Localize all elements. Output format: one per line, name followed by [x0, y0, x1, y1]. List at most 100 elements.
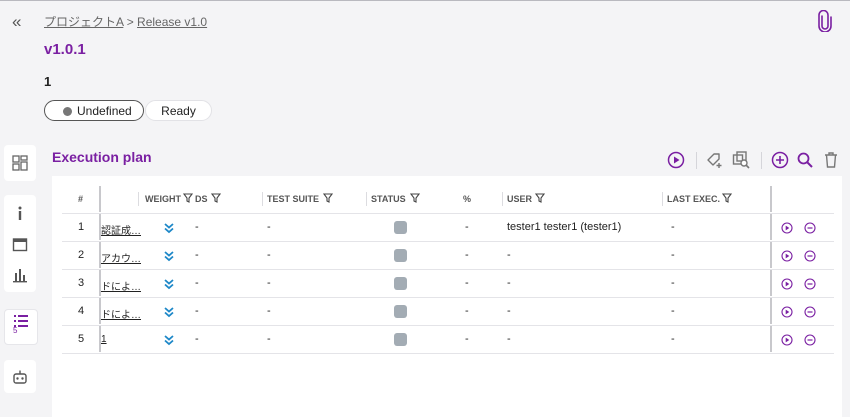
row-index: 1 [78, 221, 85, 233]
run-icon[interactable] [667, 151, 685, 169]
remove-row-icon[interactable] [804, 250, 816, 262]
frozen-column-divider [770, 214, 772, 240]
run-row-icon[interactable] [781, 278, 793, 290]
bar-chart-icon[interactable] [12, 267, 28, 283]
robot-icon[interactable] [12, 369, 28, 385]
column-divider [662, 192, 663, 206]
test-case-name-link[interactable]: 認証成… [101, 222, 141, 237]
run-row-icon[interactable] [781, 222, 793, 234]
add-circle-icon[interactable] [771, 151, 789, 169]
status-indicator[interactable] [394, 305, 407, 318]
filter-icon[interactable] [183, 193, 193, 203]
attachment-icon[interactable] [818, 10, 832, 32]
percent-value: - [465, 305, 469, 317]
filter-icon[interactable] [323, 193, 333, 203]
test-case-name-link[interactable]: アカウ… [101, 250, 141, 265]
column-header-last-exec[interactable]: LAST EXEC. [667, 193, 720, 205]
remove-row-icon[interactable] [804, 222, 816, 234]
info-icon[interactable] [12, 205, 28, 221]
test-suite-value: - [267, 249, 271, 261]
description-text: 1 [44, 74, 52, 89]
status-indicator[interactable] [394, 333, 407, 346]
column-header-user[interactable]: USER [507, 193, 532, 205]
column-header-weight[interactable]: WEIGHT [145, 193, 181, 205]
status-pill-undefined[interactable]: Undefined [44, 100, 144, 121]
execution-plan-title: Execution plan [52, 149, 152, 165]
execution-plan-count-badge: 5 [13, 326, 18, 335]
remove-row-icon[interactable] [804, 306, 816, 318]
weight-chevron-icon [164, 251, 174, 262]
tag-add-icon[interactable] [706, 151, 724, 169]
filter-icon[interactable] [410, 193, 420, 203]
toolbar-divider [761, 152, 762, 169]
top-border [0, 0, 850, 1]
status-indicator[interactable] [394, 249, 407, 262]
calendar-icon[interactable] [12, 236, 28, 252]
last-exec-value: - [671, 305, 675, 317]
last-exec-value: - [671, 221, 675, 233]
ds-value: - [195, 305, 199, 317]
breadcrumb-release-link[interactable]: Release v1.0 [137, 15, 207, 29]
row-divider [62, 241, 834, 242]
remove-row-icon[interactable] [804, 278, 816, 290]
remove-row-icon[interactable] [804, 334, 816, 346]
row-index: 2 [78, 249, 85, 261]
weight-chevron-icon [164, 223, 174, 234]
dashboard-icon[interactable] [12, 155, 28, 171]
last-exec-value: - [671, 249, 675, 261]
last-exec-value: - [671, 277, 675, 289]
sidebar-item-execution-plan[interactable] [4, 309, 38, 345]
run-row-icon[interactable] [781, 306, 793, 318]
collapse-sidebar-icon[interactable]: « [12, 13, 21, 31]
row-index: 5 [78, 333, 85, 345]
filter-icon[interactable] [722, 193, 732, 203]
toolbar-divider [696, 152, 697, 169]
test-case-name-link[interactable]: ドによ… [101, 278, 141, 293]
test-suite-value: - [267, 221, 271, 233]
last-exec-value: - [671, 333, 675, 345]
column-header-status[interactable]: STATUS [371, 193, 406, 205]
run-row-icon[interactable] [781, 334, 793, 346]
column-header-ds[interactable]: DS [195, 193, 208, 205]
ds-value: - [195, 249, 199, 261]
percent-value: - [465, 277, 469, 289]
run-row-icon[interactable] [781, 250, 793, 262]
status-pill-ready[interactable]: Ready [145, 100, 212, 121]
filter-icon[interactable] [211, 193, 221, 203]
test-case-name-link[interactable]: 1 [101, 334, 141, 345]
row-index: 3 [78, 277, 85, 289]
row-divider [62, 353, 834, 354]
weight-chevron-icon [164, 307, 174, 318]
status-indicator[interactable] [394, 221, 407, 234]
row-divider [62, 325, 834, 326]
user-value: - [507, 305, 511, 317]
frozen-column-divider [99, 186, 101, 212]
column-header-percent: % [463, 194, 472, 204]
status-pill-undefined-label: Undefined [77, 104, 132, 118]
weight-chevron-icon [164, 335, 174, 346]
percent-value: - [465, 249, 469, 261]
frozen-column-divider [770, 270, 772, 296]
test-suite-value: - [267, 305, 271, 317]
column-divider [366, 192, 367, 206]
header-divider [62, 213, 834, 214]
status-indicator[interactable] [394, 277, 407, 290]
search-icon[interactable] [796, 151, 814, 169]
row-divider [62, 297, 834, 298]
trash-icon[interactable] [822, 151, 840, 169]
breadcrumb-project-link[interactable]: プロジェクトA [44, 15, 123, 29]
ds-value: - [195, 277, 199, 289]
sidebar-group-details [4, 195, 36, 292]
column-divider [262, 192, 263, 206]
column-header-test-suite[interactable]: TEST SUITE [267, 193, 319, 205]
breadcrumb: プロジェクトA > Release v1.0 [44, 13, 207, 30]
test-case-name-link[interactable]: ドによ… [101, 306, 141, 321]
user-value: - [507, 249, 511, 261]
frozen-column-divider [770, 298, 772, 324]
user-value: tester1 tester1 (tester1) [507, 221, 622, 233]
filter-icon[interactable] [535, 193, 545, 203]
test-suite-value: - [267, 333, 271, 345]
sidebar-group-automation [4, 360, 36, 393]
copy-search-icon[interactable] [732, 151, 750, 169]
percent-value: - [465, 333, 469, 345]
